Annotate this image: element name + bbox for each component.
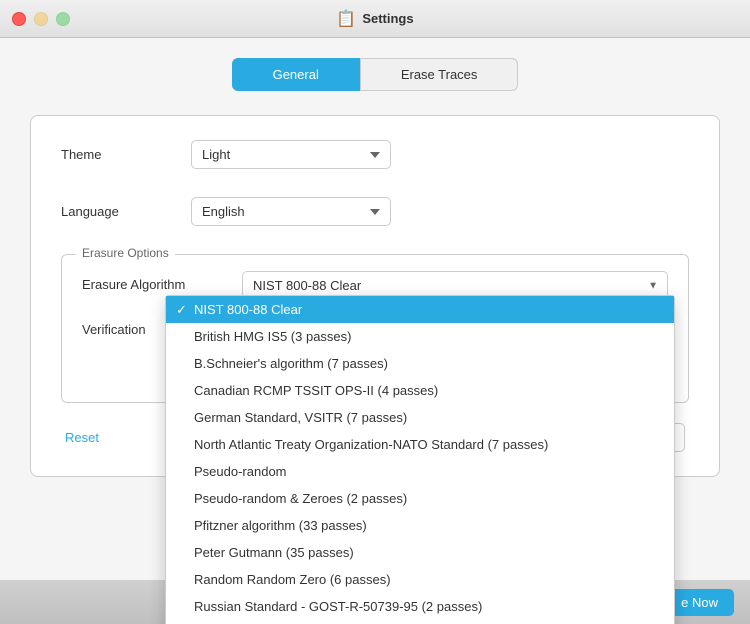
dropdown-item-12[interactable]: US Department of Defense, DoD 5220.22-M … bbox=[166, 620, 674, 624]
theme-select[interactable]: Light Dark System bbox=[191, 140, 391, 169]
titlebar-buttons bbox=[12, 12, 70, 26]
dropdown-item-3[interactable]: Canadian RCMP TSSIT OPS-II (4 passes) bbox=[166, 377, 674, 404]
erasure-options-legend: Erasure Options bbox=[76, 246, 175, 260]
tabs-container: General Erase Traces bbox=[30, 58, 720, 91]
close-button[interactable] bbox=[12, 12, 26, 26]
dropdown-item-8[interactable]: Pfitzner algorithm (33 passes) bbox=[166, 512, 674, 539]
erasure-algorithm-label: Erasure Algorithm bbox=[82, 271, 242, 292]
erase-now-label: e Now bbox=[681, 595, 718, 610]
theme-row: Theme Light Dark System bbox=[61, 140, 689, 169]
algorithm-dropdown[interactable]: NIST 800-88 ClearBritish HMG IS5 (3 pass… bbox=[165, 295, 675, 624]
dropdown-item-10[interactable]: Random Random Zero (6 passes) bbox=[166, 566, 674, 593]
dropdown-item-2[interactable]: B.Schneier's algorithm (7 passes) bbox=[166, 350, 674, 377]
dropdown-item-11[interactable]: Russian Standard - GOST-R-50739-95 (2 pa… bbox=[166, 593, 674, 620]
dropdown-item-7[interactable]: Pseudo-random & Zeroes (2 passes) bbox=[166, 485, 674, 512]
dropdown-item-5[interactable]: North Atlantic Treaty Organization-NATO … bbox=[166, 431, 674, 458]
dropdown-item-9[interactable]: Peter Gutmann (35 passes) bbox=[166, 539, 674, 566]
dropdown-item-6[interactable]: Pseudo-random bbox=[166, 458, 674, 485]
tab-erase-traces[interactable]: Erase Traces bbox=[360, 58, 519, 91]
dropdown-item-4[interactable]: German Standard, VSITR (7 passes) bbox=[166, 404, 674, 431]
minimize-button[interactable] bbox=[34, 12, 48, 26]
theme-label: Theme bbox=[61, 147, 191, 162]
language-label: Language bbox=[61, 204, 191, 219]
titlebar: 📋 Settings bbox=[0, 0, 750, 38]
tab-general[interactable]: General bbox=[232, 58, 360, 91]
settings-icon: 📋 bbox=[336, 9, 356, 29]
dropdown-item-1[interactable]: British HMG IS5 (3 passes) bbox=[166, 323, 674, 350]
erase-now-button[interactable]: e Now bbox=[665, 589, 734, 616]
maximize-button[interactable] bbox=[56, 12, 70, 26]
titlebar-title-text: Settings bbox=[362, 11, 413, 26]
reset-button[interactable]: Reset bbox=[65, 430, 99, 445]
language-row: Language English French Spanish bbox=[61, 197, 689, 226]
language-select[interactable]: English French Spanish bbox=[191, 197, 391, 226]
titlebar-title: 📋 Settings bbox=[336, 9, 413, 29]
dropdown-item-0[interactable]: NIST 800-88 Clear bbox=[166, 296, 674, 323]
